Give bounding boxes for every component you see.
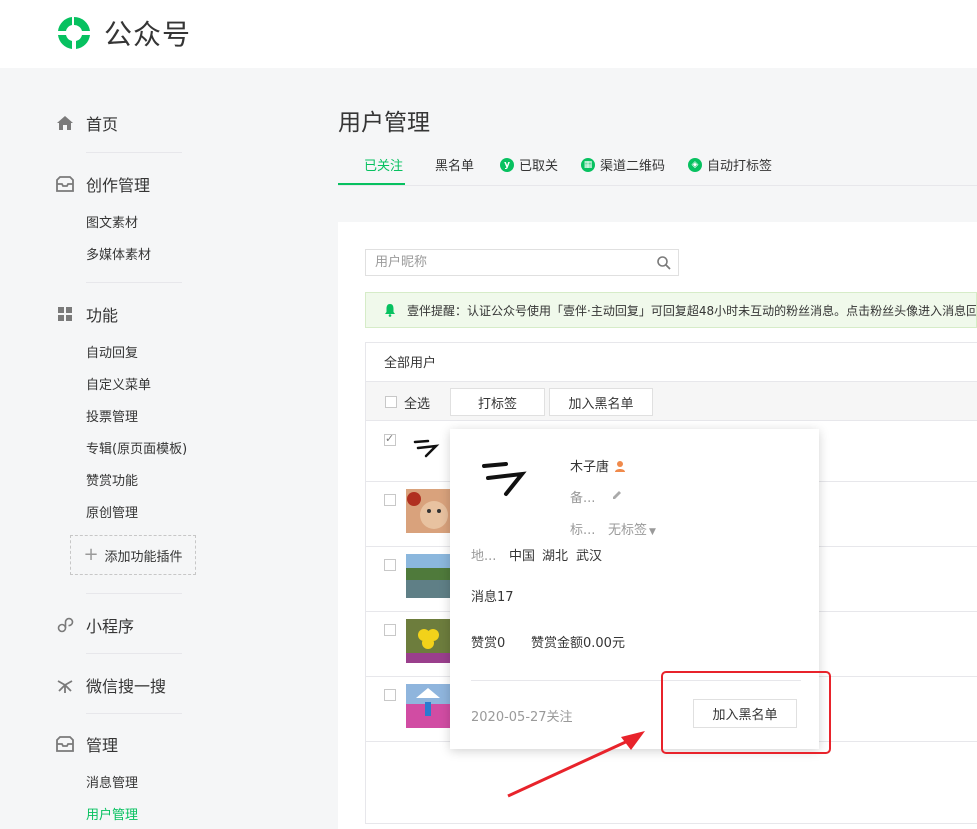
sidebar-item-custom-menu[interactable]: 自定义菜单	[86, 374, 151, 393]
notice-text: 壹伴提醒：认证公众号使用「壹伴·主动回复」可回复超48小时未互动的粉丝消息。点击…	[407, 303, 977, 318]
plus-icon: +	[83, 544, 99, 565]
tab-label: 已取关	[519, 159, 559, 174]
select-all-checkbox[interactable]	[385, 396, 397, 408]
sparkle-icon	[55, 675, 75, 695]
tab-followed[interactable]: 已关注	[364, 155, 403, 174]
page-title: 用户管理	[338, 110, 430, 136]
qr-code-icon: ▦	[581, 157, 595, 172]
sidebar-group-manage[interactable]: 管理	[55, 732, 118, 756]
link-icon	[55, 615, 75, 635]
add-blacklist-label: 加入黑名单	[568, 396, 634, 412]
user-name-text: 木子唐	[570, 460, 610, 475]
sidebar-group-label: 管理	[86, 736, 119, 755]
sidebar-group-label: 微信搜一搜	[86, 677, 167, 696]
divider	[86, 653, 182, 654]
sidebar-item-messages[interactable]: 消息管理	[86, 772, 138, 791]
table-row-avatar[interactable]	[406, 554, 450, 598]
tab-label: 自动打标签	[707, 159, 773, 174]
tag-label: 标...	[570, 523, 596, 538]
sidebar-item-auto-reply[interactable]: 自动回复	[86, 342, 138, 361]
tag-dropdown[interactable]: 无标签 ▼	[608, 519, 656, 538]
sidebar-item-original[interactable]: 原创管理	[86, 502, 138, 521]
search-icon[interactable]	[656, 255, 672, 271]
divider	[86, 152, 182, 153]
tabs-divider	[338, 185, 977, 186]
tab-label: 渠道二维码	[600, 159, 666, 174]
top-bar: 公众号	[0, 0, 977, 68]
grid-icon	[55, 304, 75, 324]
sidebar-group-label: 首页	[86, 115, 119, 134]
notice-banner: 壹伴提醒：认证公众号使用「壹伴·主动回复」可回复超48小时未互动的粉丝消息。点击…	[365, 292, 977, 328]
message-count[interactable]: 消息17	[471, 586, 514, 605]
inbox-icon	[55, 174, 75, 194]
row-checkbox[interactable]	[384, 689, 396, 701]
bell-icon	[385, 304, 395, 317]
table-header-label: 全部用户	[384, 356, 437, 371]
user-icon	[615, 460, 626, 472]
search-input[interactable]	[366, 250, 654, 275]
tag-button[interactable]: 打标签	[450, 388, 545, 416]
add-plugin-button[interactable]: + 添加功能插件	[70, 535, 196, 575]
sidebar-item-users[interactable]: 用户管理	[86, 804, 138, 823]
tab-blacklist[interactable]: 黑名单	[435, 155, 474, 174]
tab-label: 黑名单	[435, 159, 475, 174]
tab-channel-qr[interactable]: ▦ 渠道二维码	[581, 155, 665, 174]
divider	[86, 593, 182, 594]
sidebar-item-album[interactable]: 专辑(原页面模板)	[86, 438, 187, 457]
home-icon	[55, 113, 75, 133]
province: 湖北	[542, 549, 569, 564]
table-header: 全部用户	[365, 342, 977, 381]
tag-value: 无标签	[608, 523, 648, 538]
tab-auto-tag[interactable]: ◈ 自动打标签	[688, 155, 772, 174]
row-checkbox[interactable]	[384, 559, 396, 571]
row-checkbox[interactable]	[384, 494, 396, 506]
search-box[interactable]	[365, 249, 679, 276]
select-all-label[interactable]: 全选	[404, 393, 430, 412]
caret-down-icon: ▼	[649, 527, 656, 537]
table-row-avatar[interactable]	[406, 684, 450, 728]
user-name: 木子唐	[570, 456, 626, 475]
sidebar-group-creation[interactable]: 创作管理	[55, 172, 150, 196]
sidebar-group-miniprogram[interactable]: 小程序	[55, 613, 134, 637]
tab-unfollowed[interactable]: y 已取关	[500, 155, 558, 174]
wechat-official-account-logo-icon[interactable]	[55, 14, 93, 52]
tag-button-label: 打标签	[477, 396, 517, 412]
sidebar-item-image-text[interactable]: 图文素材	[86, 212, 138, 231]
edit-pencil-icon[interactable]	[611, 489, 623, 501]
reward-count: 赞赏0	[471, 636, 506, 651]
add-blacklist-button[interactable]: 加入黑名单	[549, 388, 653, 416]
sidebar-group-search[interactable]: 微信搜一搜	[55, 673, 166, 697]
add-plugin-label: 添加功能插件	[104, 549, 183, 565]
tag-icon: ◈	[688, 157, 702, 172]
sidebar-group-label: 功能	[86, 306, 119, 325]
user-avatar[interactable]	[478, 456, 548, 512]
sidebar-item-media[interactable]: 多媒体素材	[86, 244, 151, 263]
brand-name: 公众号	[104, 18, 192, 51]
remark-label: 备...	[570, 491, 596, 506]
region-label: 地...	[471, 549, 497, 564]
tab-label: 已关注	[364, 159, 404, 174]
table-row-avatar[interactable]	[412, 438, 446, 460]
table-toolbar: 全选 打标签 加入黑名单	[366, 381, 977, 421]
row-checkbox[interactable]	[384, 624, 396, 636]
row-checkbox[interactable]	[384, 432, 396, 446]
divider	[86, 713, 182, 714]
city: 武汉	[576, 549, 603, 564]
inbox-icon	[55, 734, 75, 754]
sidebar-group-label: 创作管理	[86, 176, 151, 195]
table-row-avatar[interactable]	[406, 619, 450, 663]
annotation-arrow-icon	[507, 731, 645, 798]
divider	[86, 282, 182, 283]
reward-amount: 赞赏金额0.00元	[531, 636, 625, 651]
table-row-avatar[interactable]	[406, 489, 450, 533]
yiban-y-icon: y	[500, 157, 514, 172]
sidebar-item-vote[interactable]: 投票管理	[86, 406, 138, 425]
country: 中国	[509, 549, 536, 564]
annotation-highlight-box	[661, 671, 831, 754]
sidebar-group-features[interactable]: 功能	[55, 302, 118, 326]
sidebar-group-home[interactable]: 首页	[55, 111, 118, 135]
sidebar-group-label: 小程序	[86, 617, 135, 636]
sidebar-item-reward[interactable]: 赞赏功能	[86, 470, 138, 489]
